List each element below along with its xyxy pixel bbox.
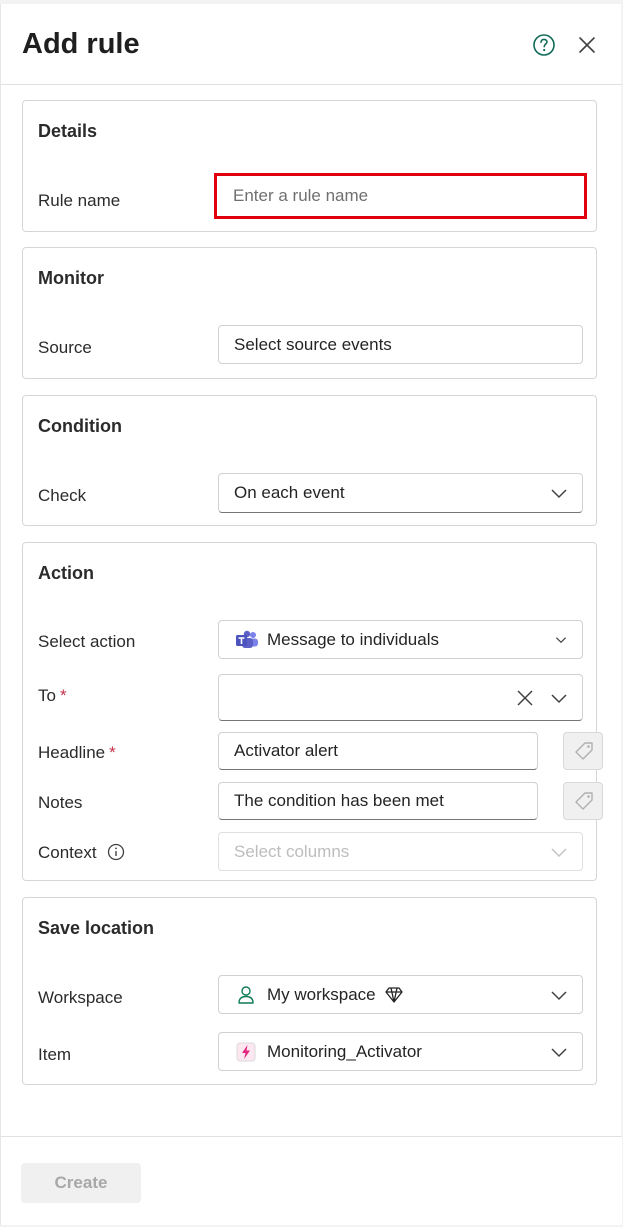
info-icon[interactable] [107, 843, 125, 861]
context-placeholder: Select columns [234, 841, 350, 861]
headline-input[interactable]: Activator alert [218, 732, 538, 770]
chevron-down-icon[interactable] [550, 689, 568, 707]
headline-tag-button[interactable] [563, 732, 603, 770]
diamond-icon [385, 987, 403, 1003]
select-action-value: Message to individuals [267, 629, 439, 649]
add-rule-panel: Add rule Details Rule name Enter a rule … [0, 4, 622, 1225]
tag-icon [575, 742, 593, 760]
to-label-text: To [38, 686, 56, 705]
select-action-dropdown[interactable]: Message to individuals [218, 620, 583, 659]
action-title: Action [38, 563, 94, 583]
required-marker: * [59, 686, 67, 705]
notes-tag-button[interactable] [563, 782, 603, 820]
workspace-dropdown[interactable]: My workspace [218, 975, 583, 1014]
to-recipients-input[interactable] [218, 674, 583, 721]
item-value: Monitoring_Activator [267, 1041, 422, 1061]
clear-icon[interactable] [516, 689, 534, 707]
chevron-down-icon [551, 489, 567, 499]
teams-icon [236, 630, 258, 648]
select-action-label: Select action [38, 632, 136, 651]
context-label-text: Context [38, 843, 97, 862]
source-selector[interactable]: Select source events [218, 325, 583, 364]
source-value: Select source events [234, 334, 392, 354]
save-location-title: Save location [38, 918, 155, 938]
item-label: Item [38, 1045, 72, 1064]
save-location-section: Save location Workspace My workspace Ite… [22, 897, 597, 1085]
monitor-section: Monitor Source Select source events [22, 247, 597, 379]
item-dropdown[interactable]: Monitoring_Activator [218, 1032, 583, 1071]
condition-title: Condition [38, 416, 122, 436]
context-dropdown[interactable]: Select columns [218, 832, 583, 871]
details-title: Details [38, 121, 98, 141]
chevron-down-icon [555, 636, 567, 643]
chevron-down-icon [551, 1047, 567, 1057]
required-marker: * [109, 743, 116, 762]
chevron-down-icon [551, 990, 567, 1000]
person-icon [238, 986, 254, 1004]
help-icon[interactable] [531, 32, 557, 58]
chevron-down-icon [551, 847, 567, 857]
notes-value: The condition has been met [234, 791, 444, 810]
check-dropdown[interactable]: On each event [218, 473, 583, 513]
notes-input[interactable]: The condition has been met [218, 782, 538, 820]
check-label: Check [38, 486, 87, 505]
workspace-label: Workspace [38, 988, 123, 1007]
rule-name-highlight [214, 173, 587, 219]
page-title: Add rule [22, 28, 140, 60]
panel-footer: Create [1, 1136, 622, 1225]
action-section: Action Select action Message to individu… [22, 542, 603, 881]
notes-label: Notes [38, 793, 83, 812]
check-value: On each event [234, 483, 345, 502]
headline-label-text: Headline [38, 743, 106, 762]
condition-section: Condition Check On each event [22, 395, 597, 526]
create-button[interactable]: Create [21, 1163, 141, 1203]
workspace-value: My workspace [267, 984, 376, 1004]
headline-value: Activator alert [234, 741, 338, 760]
source-label: Source [38, 338, 92, 357]
close-icon[interactable] [574, 32, 600, 58]
panel-header: Add rule [1, 4, 622, 85]
activator-icon [236, 1042, 256, 1062]
tag-icon [575, 792, 593, 810]
monitor-title: Monitor [38, 268, 104, 288]
to-label: To * [38, 686, 67, 706]
headline-label: Headline * [38, 743, 116, 763]
rule-name-label: Rule name [38, 191, 121, 210]
context-label: Context [38, 843, 125, 863]
